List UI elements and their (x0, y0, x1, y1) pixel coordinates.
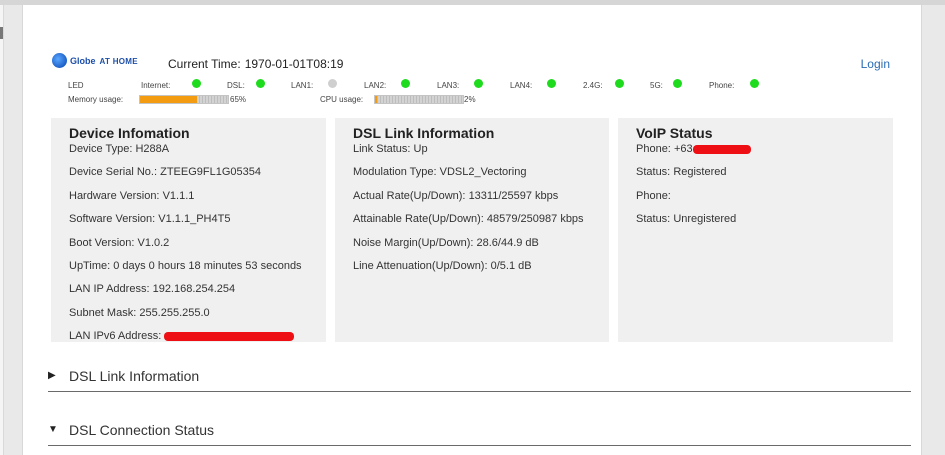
device-serial-row: Device Serial No.: ZTEEG9FL1G05354 (69, 166, 261, 179)
led-label-lan1: LAN1: (291, 81, 314, 90)
uptime-row: UpTime: 0 days 0 hours 18 minutes 53 seco… (69, 259, 302, 272)
led-indicator-dsl (256, 79, 265, 88)
section-dsl-link-information[interactable]: ▶ DSL Link Information (48, 360, 911, 392)
led-label-lan2: LAN2: (364, 81, 387, 90)
actual-rate-row: Actual Rate(Up/Down): 13311/25597 kbps (353, 189, 559, 202)
hardware-version-row: Hardware Version: V1.1.1 (69, 189, 195, 202)
led-label-5g: 5G: (650, 81, 663, 90)
login-link[interactable]: Login (861, 57, 890, 71)
led-indicator-2-4g (615, 79, 624, 88)
led-indicator-lan2 (401, 79, 410, 88)
side-marker (0, 27, 3, 39)
led-indicator-5g (673, 79, 682, 88)
cpu-usage-bar (374, 95, 464, 104)
voip-status-panel: VoIP Status Phone: +63 Status: Registered … (618, 118, 893, 342)
section-label: DSL Connection Status (69, 421, 215, 438)
led-indicator-internet (192, 79, 201, 88)
cpu-usage-fill (375, 96, 377, 103)
voip-panel-title: VoIP Status (636, 125, 713, 141)
modulation-type-row: Modulation Type: VDSL2_Vectoring (353, 166, 527, 179)
device-panel-title: Device Infomation (69, 125, 190, 141)
led-status-row: LED Internet: DSL: LAN1: LAN2: LAN3: LAN… (23, 78, 923, 92)
memory-usage-bar (139, 95, 229, 104)
led-indicator-lan4 (547, 79, 556, 88)
dsl-link-information-panel: DSL Link Information Link Status: Up Modu… (335, 118, 609, 342)
cpu-usage-label: CPU usage: (320, 95, 364, 104)
led-label-lan3: LAN3: (437, 81, 460, 90)
usage-row: Memory usage: 65% CPU usage: 2% (23, 94, 923, 108)
device-type-row: Device Type: H288A (69, 143, 170, 155)
logo-text: Globe (70, 55, 96, 66)
led-label-2-4g: 2.4G: (583, 81, 603, 90)
voip-phone-1-row: Phone: +63 (636, 142, 875, 165)
lan-ipv6-row: LAN IPv6 Address: (69, 329, 308, 342)
globe-logo-icon (52, 53, 67, 68)
link-status-row: Link Status: Up (353, 143, 428, 155)
collapse-arrow-icon: ▼ (48, 424, 58, 435)
voip-status-1-row: Status: Registered (636, 166, 727, 179)
attainable-rate-row: Attainable Rate(Up/Down): 48579/250987 kb… (353, 213, 584, 226)
led-label-lan4: LAN4: (510, 81, 533, 90)
dsl-panel-title: DSL Link Information (353, 125, 495, 141)
memory-usage-value: 65% (230, 95, 247, 104)
lan-ip-row: LAN IP Address: 192.168.254.254 (69, 283, 236, 296)
software-version-row: Software Version: V1.1.1_PH4T5 (69, 213, 231, 226)
memory-usage-label: Memory usage: (68, 95, 124, 104)
led-label-dsl: DSL: (227, 81, 245, 90)
voip-phone-2-row: Phone: (636, 189, 671, 202)
router-status-page: Globe AT HOME Current Time: 1970-01-01T08:… (22, 5, 922, 455)
led-label-internet: Internet: (141, 81, 171, 90)
cpu-usage-value: 2% (464, 95, 476, 104)
globe-logo: Globe AT HOME (52, 53, 138, 68)
voip-status-2-row: Status: Unregistered (636, 213, 737, 226)
led-indicator-lan1 (328, 79, 337, 88)
current-time-label: Current Time: (168, 57, 241, 71)
memory-usage-fill (140, 96, 198, 103)
redaction-mark (692, 144, 751, 154)
led-label-phone: Phone: (709, 81, 735, 90)
current-time-value: 1970-01-01T08:19 (244, 57, 344, 71)
device-information-panel: Device Infomation Device Type: H288A Devi… (51, 118, 326, 342)
boot-version-row: Boot Version: V1.0.2 (69, 236, 170, 249)
section-label: DSL Link Information (69, 367, 200, 384)
noise-margin-row: Noise Margin(Up/Down): 28.6/44.9 dB (353, 236, 539, 249)
led-indicator-phone (750, 79, 759, 88)
expand-arrow-icon: ▶ (48, 370, 56, 381)
redaction-mark (164, 331, 295, 341)
led-indicator-lan3 (474, 79, 483, 88)
section-dsl-connection-status[interactable]: ▼ DSL Connection Status (48, 414, 911, 446)
subnet-mask-row: Subnet Mask: 255.255.255.0 (69, 306, 210, 319)
logo-subtext: AT HOME (99, 56, 138, 66)
left-side-bar (0, 5, 4, 455)
current-time: Current Time: 1970-01-01T08:19 (168, 57, 343, 71)
led-title: LED (68, 81, 84, 90)
line-attenuation-row: Line Attenuation(Up/Down): 0/5.1 dB (353, 259, 532, 272)
